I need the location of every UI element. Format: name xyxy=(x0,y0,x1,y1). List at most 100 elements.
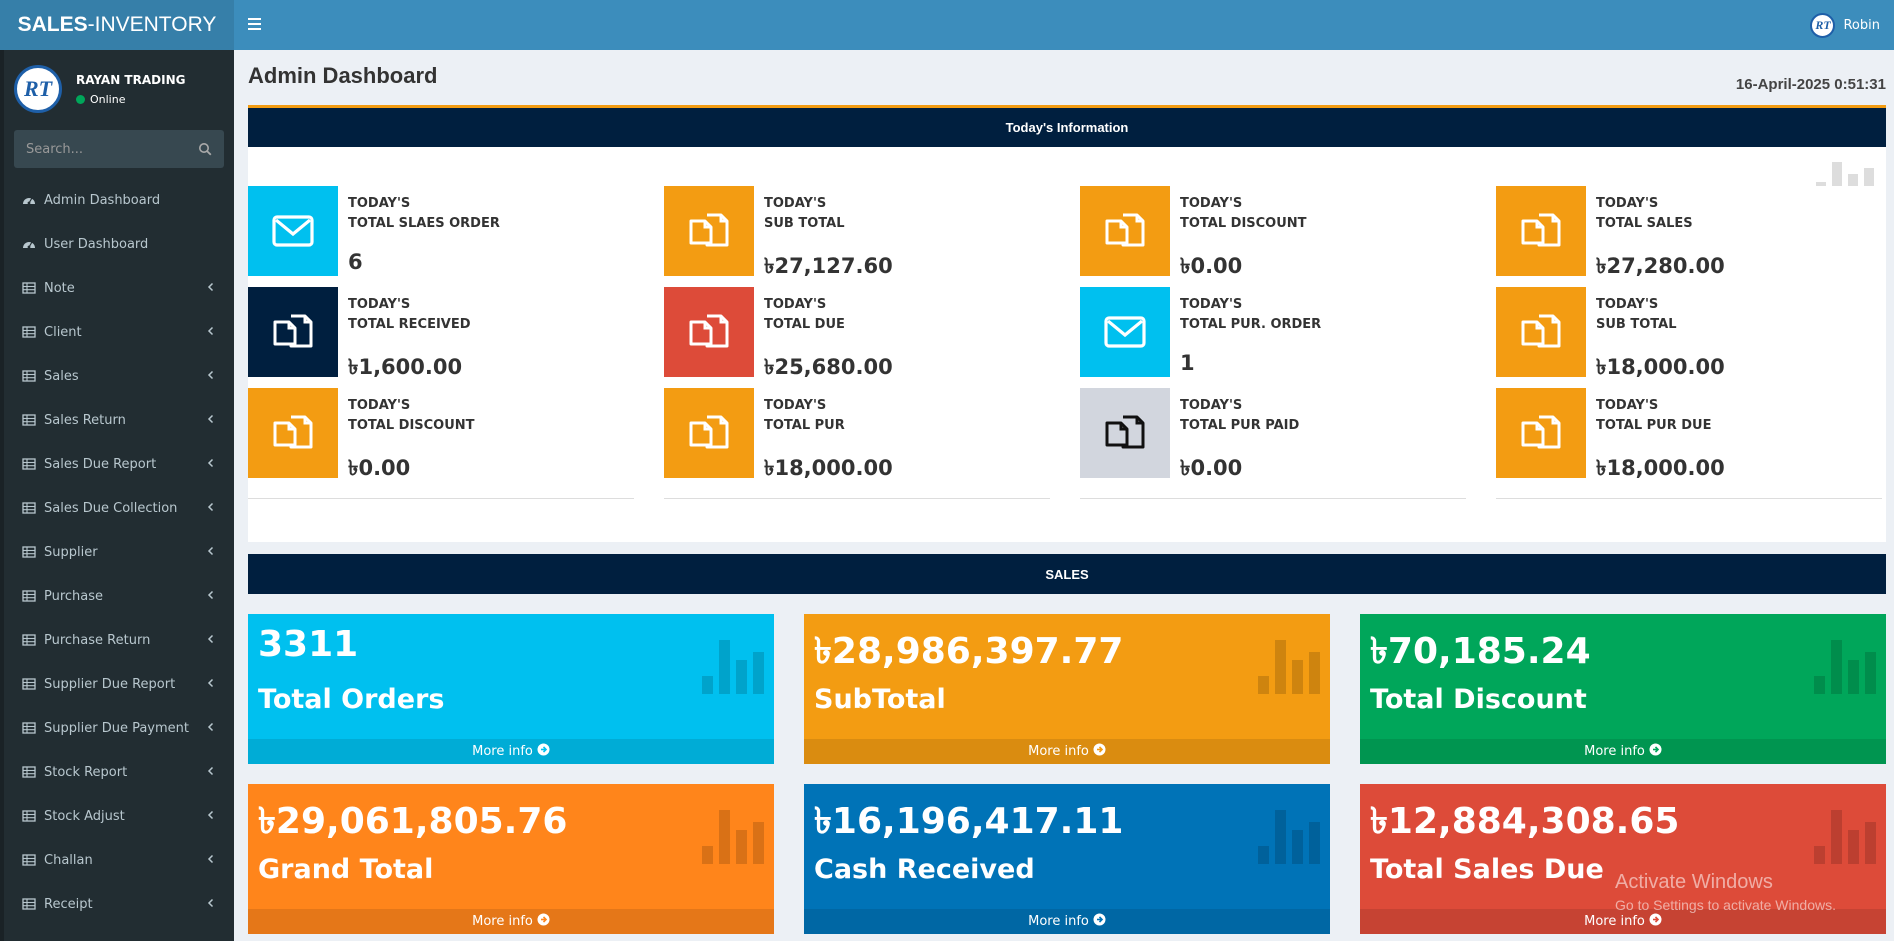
sidebar: RT RAYAN TRADING Online Admin Dashboard U… xyxy=(0,50,234,941)
info-label-line1: TODAY'S xyxy=(348,196,411,211)
copy-icon xyxy=(1080,388,1170,478)
more-info-label: More info xyxy=(1584,744,1645,759)
brand-bold: SALES xyxy=(17,13,88,36)
info-label-line2: TOTAL DISCOUNT xyxy=(348,418,475,433)
sidebar-item-receipt[interactable]: Receipt xyxy=(4,882,234,926)
chevron-left-icon xyxy=(206,281,216,296)
user-menu[interactable]: RT Robin xyxy=(1810,0,1894,50)
more-info-label: More info xyxy=(472,914,533,929)
sidebar-item-label: Sales Due Collection xyxy=(44,500,178,516)
sidebar-item-supplier[interactable]: Supplier xyxy=(4,530,234,574)
sidebar-item-note[interactable]: Note xyxy=(4,266,234,310)
dashboard-icon xyxy=(22,237,36,251)
info-box: TODAY'S SUB TOTAL ৳18,000.00 xyxy=(1496,287,1882,398)
sidebar-item-supplier-due-payment[interactable]: Supplier Due Payment xyxy=(4,706,234,750)
company-name: RAYAN TRADING xyxy=(76,72,186,87)
brand-rest: -INVENTORY xyxy=(87,13,217,36)
more-info-link[interactable]: More info xyxy=(248,739,774,764)
info-label-line1: TODAY'S xyxy=(348,297,411,312)
sidebar-item-admin-dashboard[interactable]: Admin Dashboard xyxy=(4,178,234,222)
sidebar-item-sales-return[interactable]: Sales Return xyxy=(4,398,234,442)
info-label: TODAY'S SUB TOTAL xyxy=(764,194,844,234)
sidebar-item-label: Receipt xyxy=(44,896,93,912)
dashboard-icon xyxy=(22,193,36,207)
tile-label: Cash Received xyxy=(814,854,1035,885)
info-label: TODAY'S TOTAL RECEIVED xyxy=(348,295,471,335)
arrow-circle-right-icon xyxy=(1645,743,1662,760)
envelope-icon xyxy=(1080,287,1170,377)
status-text: Online xyxy=(90,92,126,106)
info-value: ৳0.00 xyxy=(348,456,411,480)
info-label: TODAY'S TOTAL SLAES ORDER xyxy=(348,194,500,234)
chevron-left-icon xyxy=(206,413,216,428)
stat-tile-cash-received: ৳16,196,417.11 Cash Received More info xyxy=(804,784,1330,934)
info-label: TODAY'S TOTAL DUE xyxy=(764,295,845,335)
info-box: TODAY'S TOTAL PUR. ORDER 1 xyxy=(1080,287,1466,398)
info-label-line2: SUB TOTAL xyxy=(1596,317,1677,332)
copy-icon xyxy=(664,388,754,478)
sidebar-item-label: Stock Report xyxy=(44,764,128,780)
info-label-line2: TOTAL DISCOUNT xyxy=(1180,216,1307,231)
info-label-line2: TOTAL PUR DUE xyxy=(1596,418,1712,433)
sidebar-toggle-button[interactable] xyxy=(248,15,264,33)
info-value: ৳18,000.00 xyxy=(1596,355,1725,379)
more-info-label: More info xyxy=(1028,744,1089,759)
search-input[interactable] xyxy=(26,141,198,157)
info-label-line2: TOTAL DUE xyxy=(764,317,845,332)
info-label-line1: TODAY'S xyxy=(1180,196,1243,211)
sidebar-item-purchase[interactable]: Purchase xyxy=(4,574,234,618)
more-info-link[interactable]: More info xyxy=(804,739,1330,764)
search-icon[interactable] xyxy=(198,142,212,156)
sidebar-item-label: Supplier Due Payment xyxy=(44,720,189,736)
chevron-left-icon xyxy=(206,721,216,736)
app-logo[interactable]: SALES -INVENTORY xyxy=(0,0,234,50)
info-label-line1: TODAY'S xyxy=(1180,398,1243,413)
sidebar-item-sales-due-report[interactable]: Sales Due Report xyxy=(4,442,234,486)
tile-label: Grand Total xyxy=(258,854,434,885)
info-value: ৳1,600.00 xyxy=(348,355,463,379)
top-navbar: RT Robin xyxy=(234,0,1894,50)
todays-information-box: Today's Information TODAY'S TOTAL SLAES O… xyxy=(248,105,1886,542)
more-info-link[interactable]: More info xyxy=(248,909,774,934)
tile-label: Total Discount xyxy=(1370,684,1587,715)
info-label-line1: TODAY'S xyxy=(1596,398,1659,413)
tile-value: ৳29,061,805.76 xyxy=(258,801,568,842)
info-value: ৳25,680.00 xyxy=(764,355,893,379)
info-box: TODAY'S TOTAL RECEIVED ৳1,600.00 xyxy=(248,287,634,398)
sidebar-item-user-dashboard[interactable]: User Dashboard xyxy=(4,222,234,266)
info-label: TODAY'S TOTAL PUR PAID xyxy=(1180,396,1299,436)
table-icon xyxy=(22,325,36,339)
sidebar-item-sales[interactable]: Sales xyxy=(4,354,234,398)
table-icon xyxy=(22,501,36,515)
page-title: Admin Dashboard xyxy=(248,63,438,88)
table-icon xyxy=(22,853,36,867)
more-info-link[interactable]: More info xyxy=(804,909,1330,934)
bar-chart-icon xyxy=(1814,810,1876,864)
sidebar-item-challan[interactable]: Challan xyxy=(4,838,234,882)
sidebar-item-client[interactable]: Client xyxy=(4,310,234,354)
sidebar-item-stock-report[interactable]: Stock Report xyxy=(4,750,234,794)
sidebar-item-label: Note xyxy=(44,280,75,296)
info-label-line2: TOTAL PUR. ORDER xyxy=(1180,317,1322,332)
table-icon xyxy=(22,457,36,471)
bar-chart-icon xyxy=(1814,640,1876,694)
info-value: ৳0.00 xyxy=(1180,456,1243,480)
info-label-line2: TOTAL RECEIVED xyxy=(348,317,471,332)
sidebar-item-sales-due-collection[interactable]: Sales Due Collection xyxy=(4,486,234,530)
info-box: TODAY'S TOTAL DISCOUNT ৳0.00 xyxy=(248,388,634,499)
stat-tile-grand-total: ৳29,061,805.76 Grand Total More info xyxy=(248,784,774,934)
chevron-left-icon xyxy=(206,853,216,868)
sidebar-item-stock-adjust[interactable]: Stock Adjust xyxy=(4,794,234,838)
bar-chart-icon xyxy=(702,640,764,694)
more-info-link[interactable]: More info xyxy=(1360,739,1886,764)
sidebar-item-supplier-due-report[interactable]: Supplier Due Report xyxy=(4,662,234,706)
tile-value: ৳12,884,308.65 xyxy=(1370,801,1680,842)
sidebar-item-purchase-return[interactable]: Purchase Return xyxy=(4,618,234,662)
copy-icon xyxy=(1496,388,1586,478)
table-icon xyxy=(22,589,36,603)
table-icon xyxy=(22,413,36,427)
info-label-line1: TODAY'S xyxy=(764,398,827,413)
online-dot-icon xyxy=(76,94,85,104)
sidebar-item-label: Supplier Due Report xyxy=(44,676,176,692)
datetime-display: 16-April-2025 0:51:31 xyxy=(1735,76,1886,93)
